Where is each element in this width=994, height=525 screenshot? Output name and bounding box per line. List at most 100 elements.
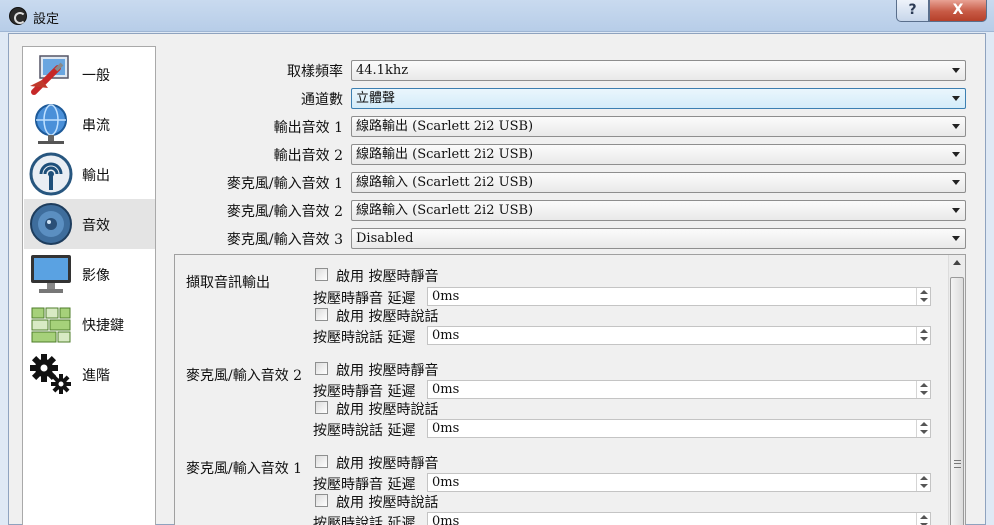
spin-up-icon[interactable] [920, 383, 928, 387]
sidebar-item-label: 影像 [82, 268, 110, 284]
spin-up-icon[interactable] [920, 422, 928, 426]
sidebar-item-label: 串流 [82, 118, 110, 134]
spinbox-value: 0ms [432, 382, 460, 397]
scrollbar-thumb[interactable] [950, 277, 964, 525]
spinbox-buttons[interactable] [916, 381, 930, 398]
vertical-scrollbar[interactable] [948, 255, 965, 525]
push-to-talk-label: 啟用 按壓時說話 [336, 495, 439, 511]
spinbox-value: 0ms [432, 289, 460, 304]
sidebar-item-label: 一般 [82, 68, 110, 84]
help-button[interactable]: ? [896, 0, 929, 22]
desktop-audio-1-label: 輸出音效 1 [273, 120, 343, 136]
push-to-mute-label: 啟用 按壓時靜音 [336, 363, 439, 379]
sample-rate-select[interactable]: 44.1khz [351, 60, 966, 81]
audio-hotkey-scroll-area[interactable]: 擷取音訊輸出 啟用 按壓時靜音 按壓時靜音 延遲 0ms 啟用 按壓時說話 按壓… [174, 254, 966, 525]
mic-audio-2-label: 麥克風/輸入音效 2 [226, 204, 343, 220]
section-label: 麥克風/輸入音效 2 [186, 368, 303, 384]
section-label: 麥克風/輸入音效 1 [186, 461, 303, 477]
spinbox-buttons[interactable] [916, 513, 930, 525]
spinbox-buttons[interactable] [916, 327, 930, 344]
push-to-mute-delay-label: 按壓時靜音 延遲 [313, 384, 416, 400]
spin-up-icon[interactable] [920, 476, 928, 480]
obs-logo-icon [9, 7, 27, 25]
gears-icon [30, 354, 71, 394]
spin-down-icon[interactable] [920, 391, 928, 395]
channels-label: 通道數 [301, 92, 343, 108]
push-to-mute-delay-spinbox[interactable]: 0ms [427, 380, 931, 399]
push-to-mute-checkbox[interactable] [315, 362, 328, 375]
general-icon [30, 55, 69, 95]
section-label: 擷取音訊輸出 [186, 275, 270, 291]
push-to-mute-delay-spinbox[interactable]: 0ms [427, 473, 931, 492]
push-to-mute-checkbox[interactable] [315, 455, 328, 468]
spin-down-icon[interactable] [920, 430, 928, 434]
spin-down-icon[interactable] [920, 484, 928, 488]
spinbox-value: 0ms [432, 475, 460, 490]
push-to-talk-checkbox[interactable] [315, 401, 328, 414]
push-to-talk-label: 啟用 按壓時說話 [336, 402, 439, 418]
scroll-up-arrow-icon[interactable] [953, 260, 961, 265]
mic-audio-3-select[interactable]: Disabled [351, 228, 966, 249]
chevron-down-icon [952, 96, 960, 101]
sidebar-item-label: 音效 [82, 218, 110, 234]
spinbox-value: 0ms [432, 514, 460, 525]
spin-up-icon[interactable] [920, 329, 928, 333]
channels-select[interactable]: 立體聲 [351, 88, 966, 109]
sidebar-item-label: 進階 [82, 368, 110, 384]
push-to-talk-delay-spinbox[interactable]: 0ms [427, 419, 931, 438]
push-to-talk-delay-spinbox[interactable]: 0ms [427, 326, 931, 345]
push-to-mute-checkbox[interactable] [315, 268, 328, 281]
mic-audio-1-select[interactable]: 線路輸入 (Scarlett 2i2 USB) [351, 172, 966, 193]
spinbox-buttons[interactable] [916, 288, 930, 305]
push-to-talk-delay-label: 按壓時說話 延遲 [313, 423, 416, 439]
push-to-talk-delay-label: 按壓時說話 延遲 [313, 516, 416, 525]
desktop-audio-1-select[interactable]: 線路輸出 (Scarlett 2i2 USB) [351, 116, 966, 137]
desktop-audio-1-value: 線路輸出 (Scarlett 2i2 USB) [356, 119, 534, 134]
push-to-mute-delay-label: 按壓時靜音 延遲 [313, 477, 416, 493]
sidebar-item-label: 快捷鍵 [82, 318, 124, 334]
grip-icon [954, 460, 961, 468]
spinbox-value: 0ms [432, 421, 460, 436]
sidebar-item-general[interactable]: 一般 [24, 49, 155, 99]
mic-audio-2-select[interactable]: 線路輸入 (Scarlett 2i2 USB) [351, 200, 966, 221]
stream-globe-icon [35, 104, 67, 144]
desktop-audio-2-label: 輸出音效 2 [273, 148, 343, 164]
push-to-mute-label: 啟用 按壓時靜音 [336, 269, 439, 285]
sidebar-item-output[interactable]: 輸出 [24, 149, 155, 199]
mic-audio-1-label: 麥克風/輸入音效 1 [226, 176, 343, 192]
sidebar-item-audio[interactable]: 音效 [24, 199, 155, 249]
chevron-down-icon [952, 152, 960, 157]
spin-up-icon[interactable] [920, 515, 928, 519]
push-to-mute-label: 啟用 按壓時靜音 [336, 456, 439, 472]
sidebar-item-stream[interactable]: 串流 [24, 99, 155, 149]
push-to-talk-checkbox[interactable] [315, 308, 328, 321]
spin-down-icon[interactable] [920, 337, 928, 341]
sidebar-item-advanced[interactable]: 進階 [24, 349, 155, 399]
chevron-down-icon [952, 208, 960, 213]
spinbox-buttons[interactable] [916, 474, 930, 491]
sample-rate-label: 取樣頻率 [287, 64, 343, 80]
keyboard-icon [31, 307, 71, 343]
sidebar-item-hotkeys[interactable]: 快捷鍵 [24, 299, 155, 349]
chevron-down-icon [952, 180, 960, 185]
mic-audio-2-value: 線路輸入 (Scarlett 2i2 USB) [356, 203, 534, 218]
close-button[interactable]: X [929, 0, 987, 22]
spinbox-value: 0ms [432, 328, 460, 343]
spinbox-buttons[interactable] [916, 420, 930, 437]
desktop-audio-2-value: 線路輸出 (Scarlett 2i2 USB) [356, 147, 534, 162]
speaker-icon [30, 203, 72, 245]
sidebar-item-label: 輸出 [82, 168, 110, 184]
spin-down-icon[interactable] [920, 298, 928, 302]
chevron-down-icon [952, 236, 960, 241]
settings-dialog: 一般 串流 輸出 音效 影像 快捷鍵 進階 取樣頻率 44.1khz 通道數 立… [8, 33, 986, 525]
push-to-mute-delay-spinbox[interactable]: 0ms [427, 287, 931, 306]
settings-sidebar: 一般 串流 輸出 音效 影像 快捷鍵 進階 [22, 46, 156, 525]
push-to-talk-delay-spinbox[interactable]: 0ms [427, 512, 931, 525]
chevron-down-icon [952, 68, 960, 73]
push-to-talk-checkbox[interactable] [315, 494, 328, 507]
sidebar-item-video[interactable]: 影像 [24, 249, 155, 299]
spin-up-icon[interactable] [920, 290, 928, 294]
desktop-audio-2-select[interactable]: 線路輸出 (Scarlett 2i2 USB) [351, 144, 966, 165]
title-bar: 設定 ? X [0, 0, 994, 32]
output-broadcast-icon [29, 152, 73, 196]
